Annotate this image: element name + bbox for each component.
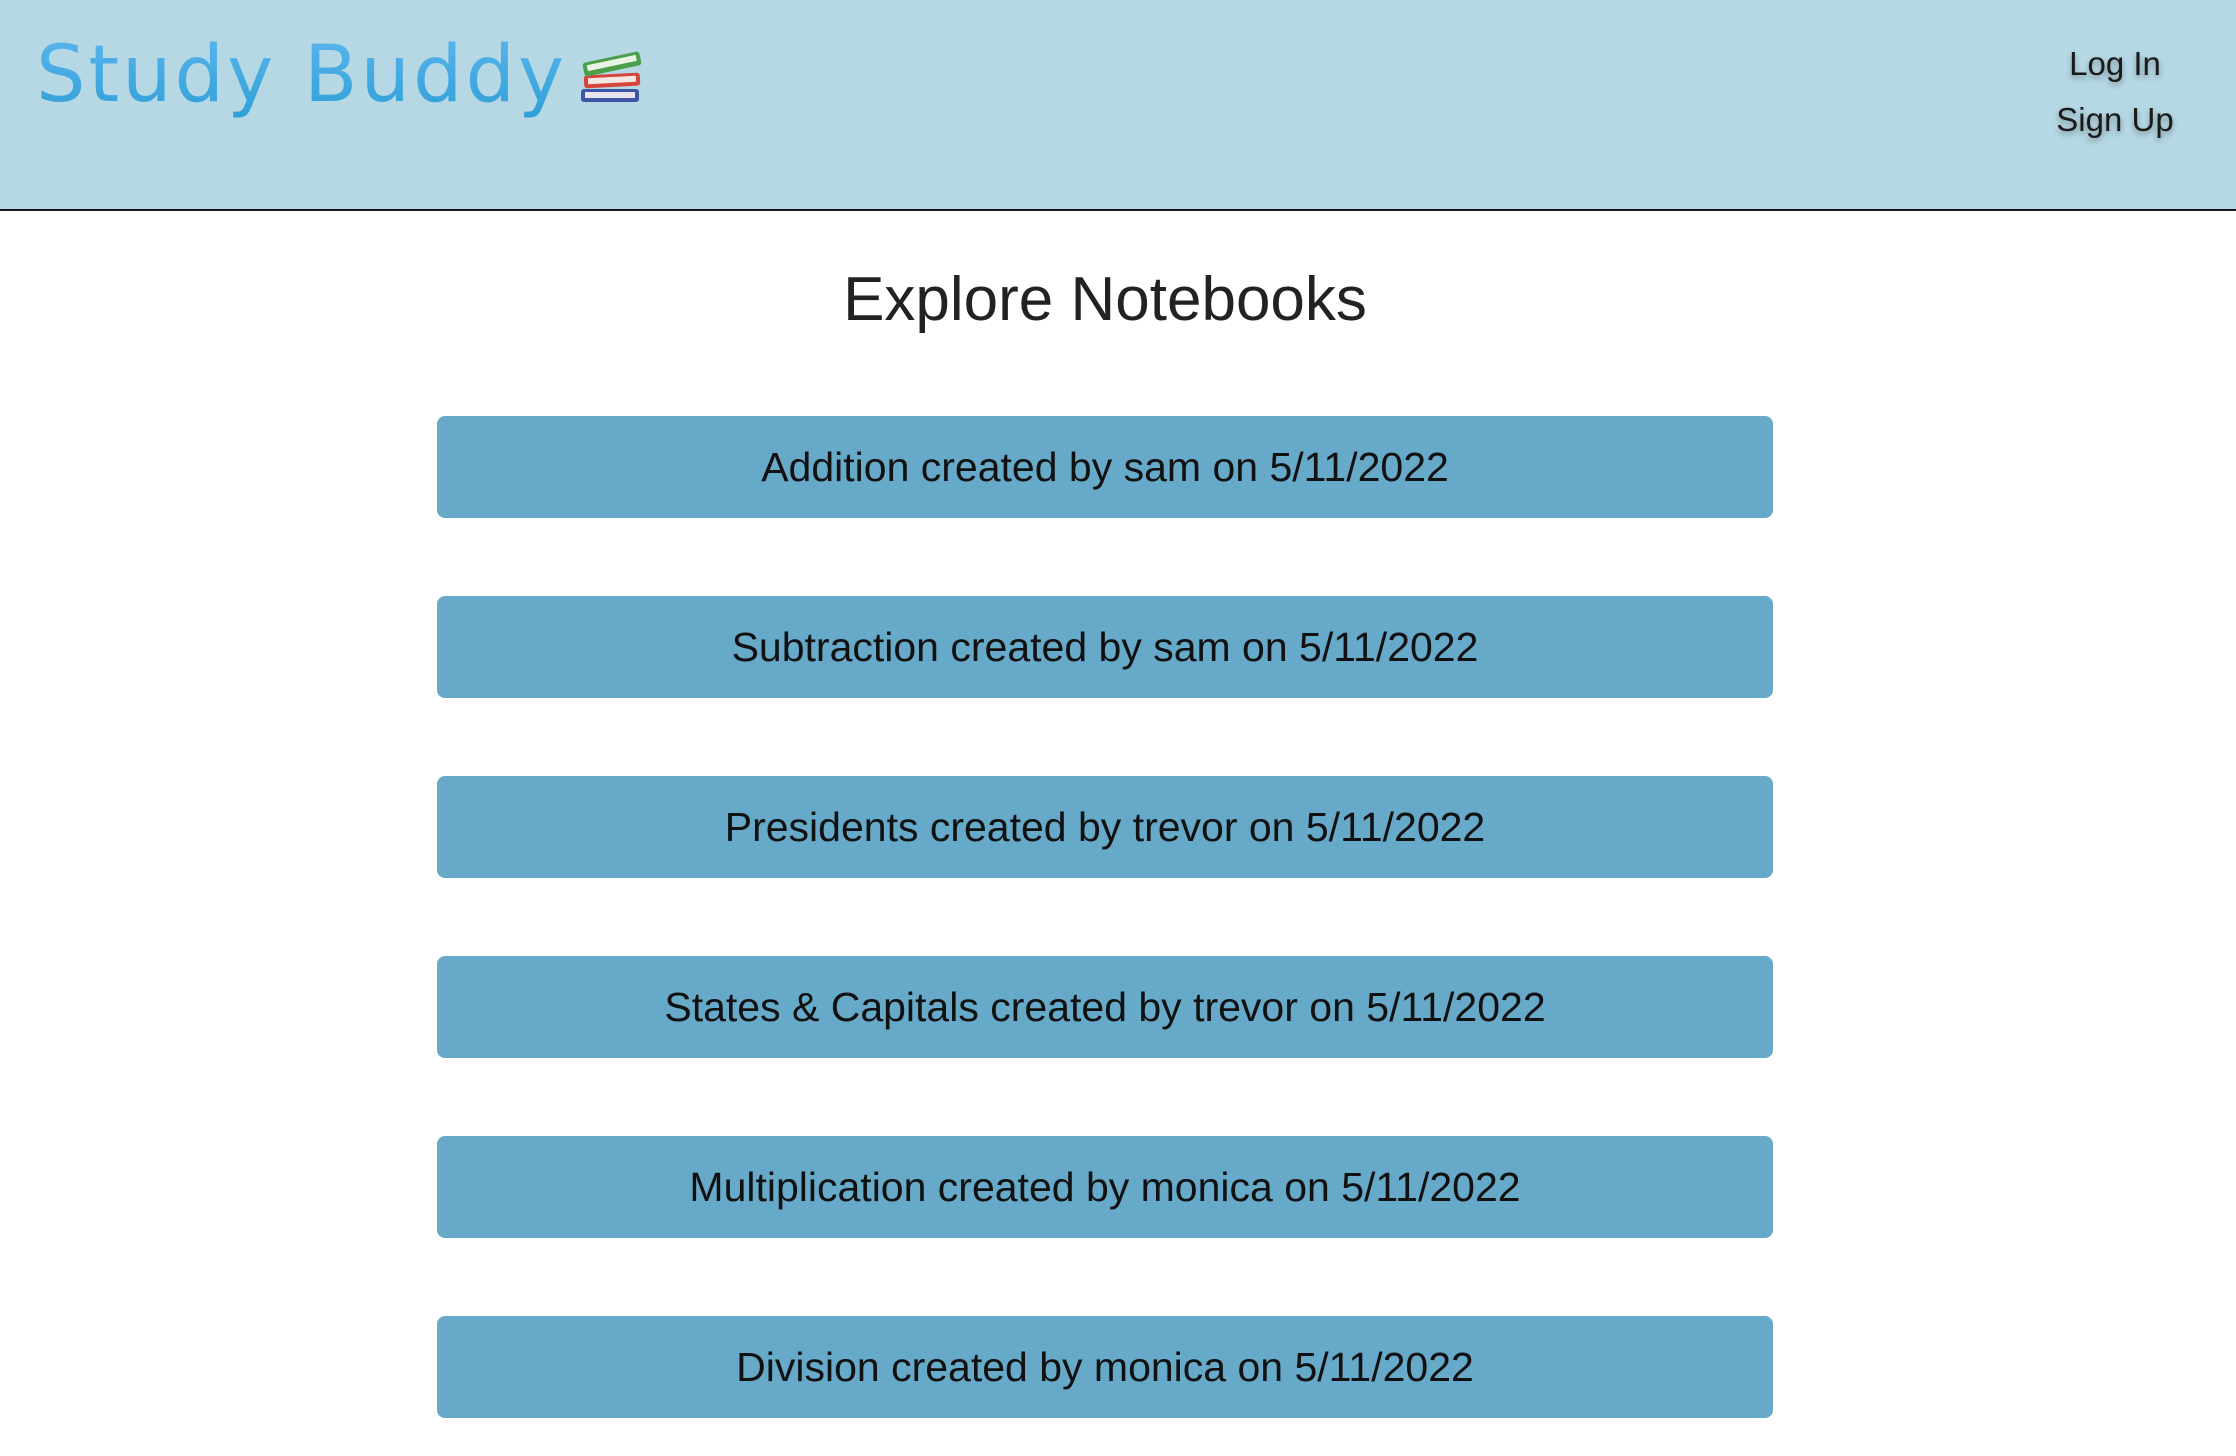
site-header: Study Buddy Log In Sign Up xyxy=(0,0,2236,211)
notebook-item-presidents[interactable]: Presidents created by trevor on 5/11/202… xyxy=(437,776,1773,878)
page-title: Explore Notebooks xyxy=(843,265,1367,334)
books-icon xyxy=(575,39,647,111)
login-link[interactable]: Log In xyxy=(2069,36,2161,92)
brand-name: Study Buddy xyxy=(36,30,568,120)
notebook-item-division[interactable]: Division created by monica on 5/11/2022 xyxy=(437,1316,1773,1418)
auth-links: Log In Sign Up xyxy=(2040,36,2190,148)
signup-link[interactable]: Sign Up xyxy=(2056,92,2173,148)
notebook-item-subtraction[interactable]: Subtraction created by sam on 5/11/2022 xyxy=(437,596,1773,698)
notebook-item-states-capitals[interactable]: States & Capitals created by trevor on 5… xyxy=(437,956,1773,1058)
notebook-item-addition[interactable]: Addition created by sam on 5/11/2022 xyxy=(437,416,1773,518)
notebook-item-multiplication[interactable]: Multiplication created by monica on 5/11… xyxy=(437,1136,1773,1238)
brand-logo-link[interactable]: Study Buddy xyxy=(36,30,647,120)
notebook-list: Addition created by sam on 5/11/2022 Sub… xyxy=(437,416,1773,1418)
